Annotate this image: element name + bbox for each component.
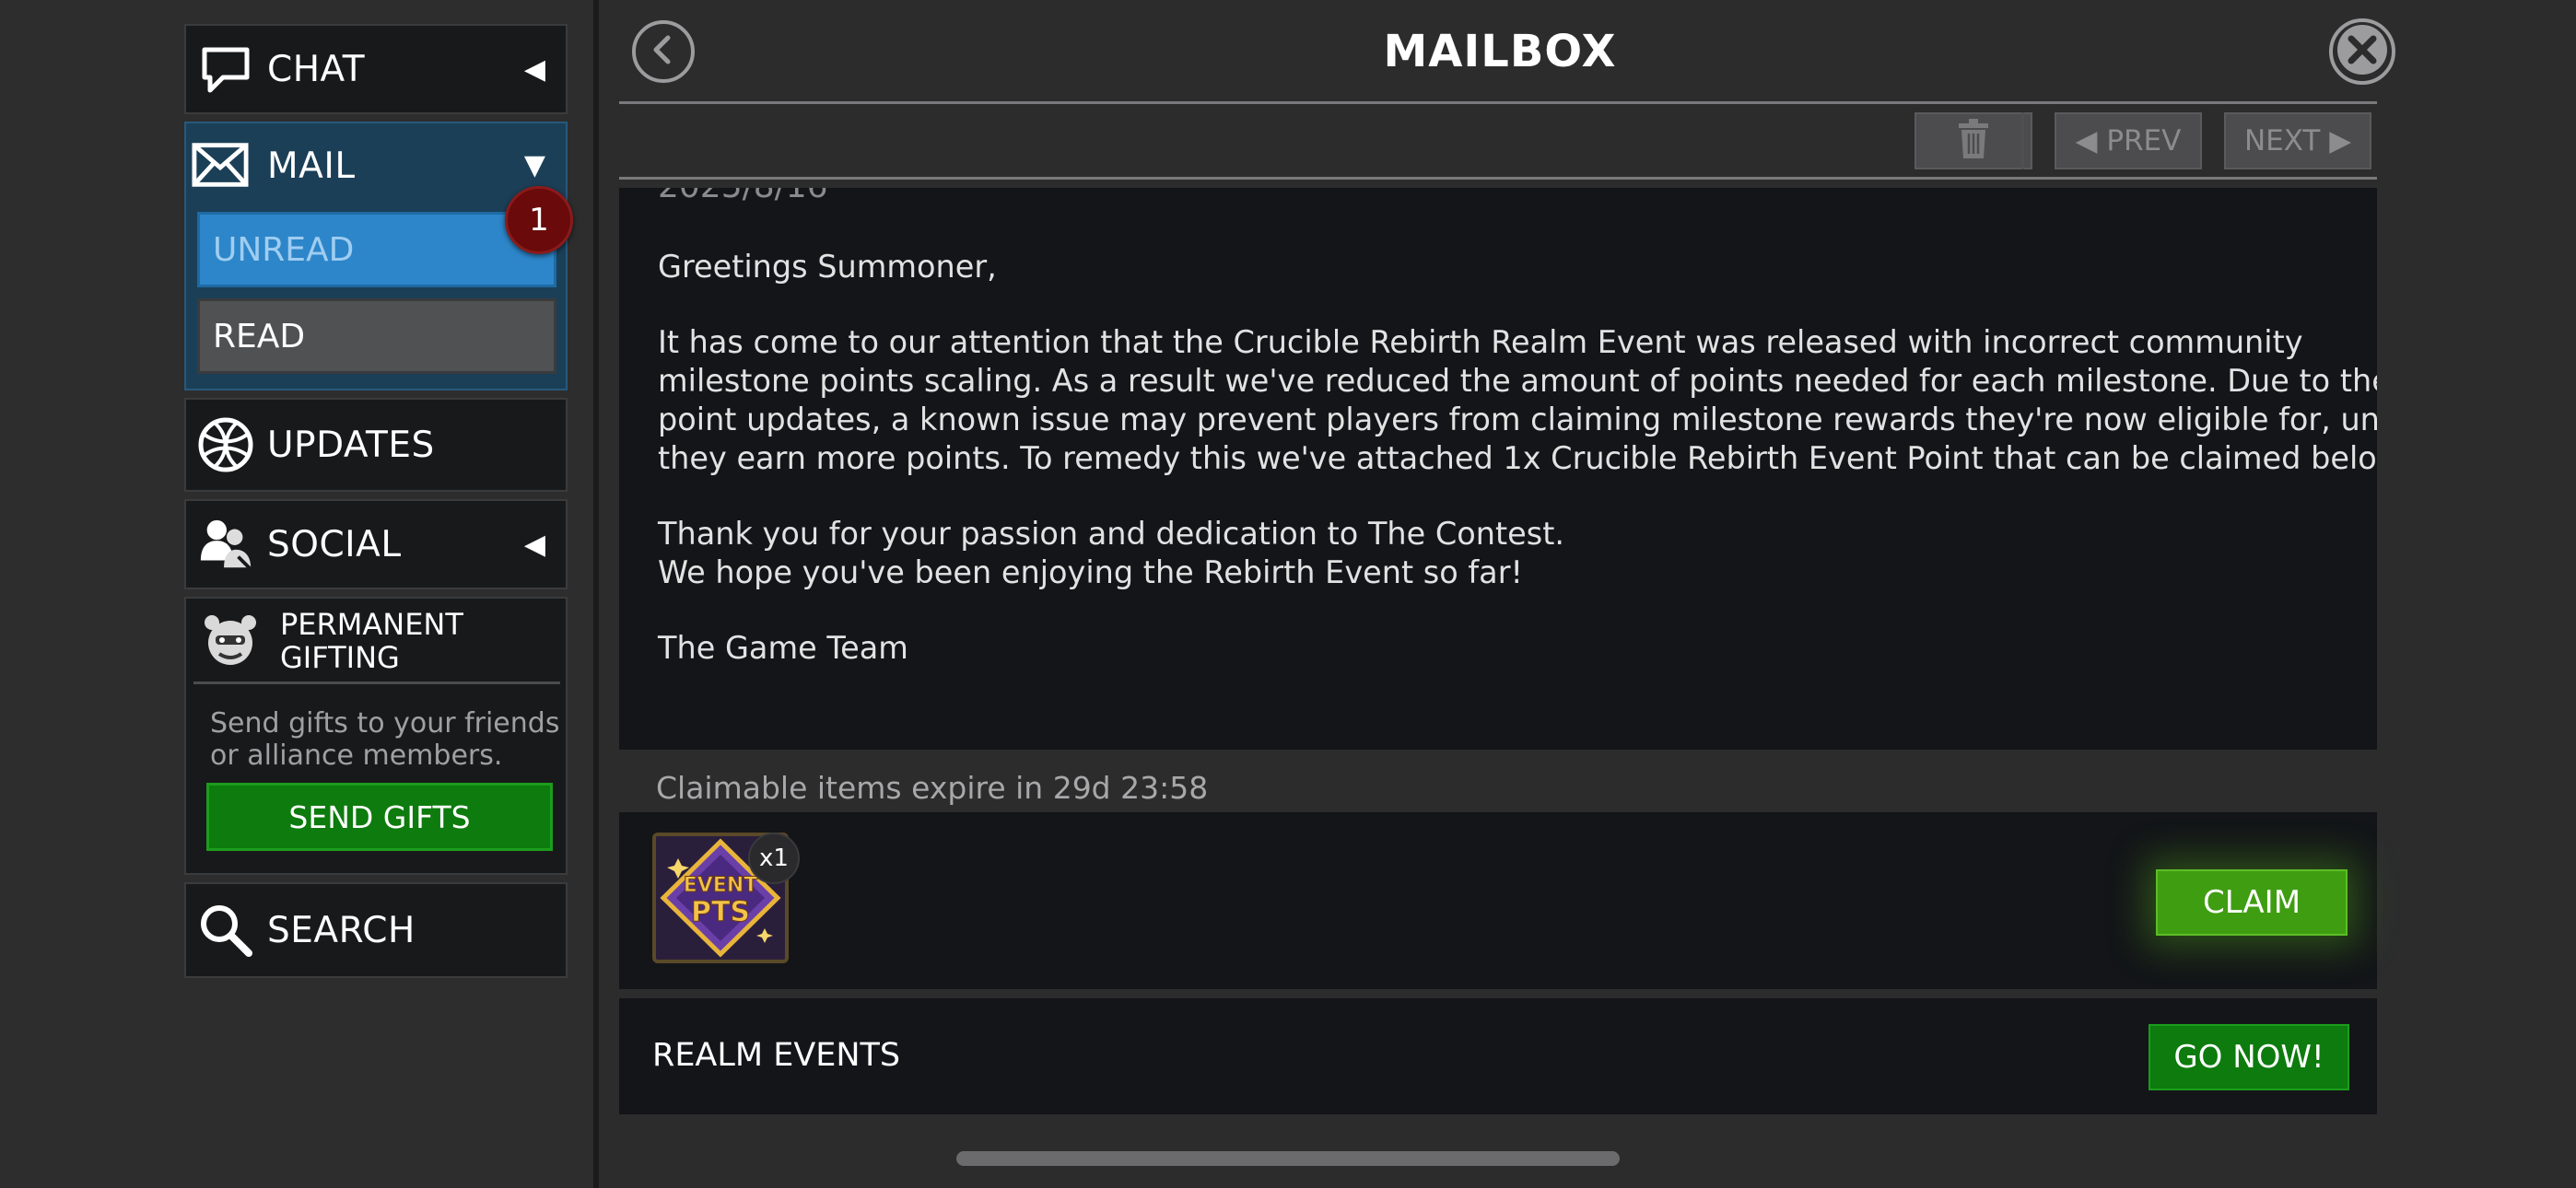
message-date: 2025/8/16 (658, 188, 828, 205)
mascot-icon (199, 610, 262, 672)
sidebar-item-label: UPDATES (267, 424, 435, 466)
page-title: MAILBOX (1383, 26, 1617, 77)
claim-row: EVENT PTS x1 CLAIM (619, 812, 2377, 989)
globe-icon (197, 416, 254, 473)
message-body[interactable]: 2025/8/16 Greetings Summoner, It has com… (619, 188, 2377, 750)
send-gifts-button[interactable]: SEND GIFTS (206, 783, 553, 851)
sidebar-item-chat[interactable]: CHAT ◀ (184, 24, 568, 114)
mail-read-tab[interactable]: READ (197, 298, 556, 374)
divider (619, 177, 2377, 180)
collapse-arrow-icon: ◀ (523, 528, 545, 561)
trash-icon (1958, 119, 1989, 163)
message-line: milestone points scaling. As a result we… (658, 363, 2377, 399)
sidebar-item-label: SEARCH (267, 909, 416, 951)
claim-button[interactable]: CLAIM (2156, 869, 2348, 936)
item-quantity-badge: x1 (748, 833, 800, 884)
gifting-description: Send gifts to your friends or alliance m… (210, 707, 560, 772)
toolbar-divider (2021, 112, 2024, 169)
sidebar-item-label: MAIL (267, 146, 356, 187)
unread-count-badge: 1 (505, 186, 573, 254)
close-icon (2335, 22, 2390, 81)
prev-button[interactable]: ◀ PREV (2055, 112, 2202, 169)
divider (619, 101, 2377, 104)
sidebar-item-label: SOCIAL (267, 523, 402, 565)
collapse-arrow-icon: ◀ (523, 52, 545, 86)
mail-header[interactable]: MAIL ▼ (186, 123, 566, 208)
next-button[interactable]: NEXT ▶ (2224, 112, 2371, 169)
go-now-button[interactable]: GO NOW! (2149, 1024, 2349, 1090)
chat-bubble-icon (197, 41, 254, 98)
message-signature: The Game Team (658, 630, 908, 666)
message-line: We hope you've been enjoying the Rebirth… (658, 554, 1523, 590)
divider (193, 681, 560, 684)
back-button[interactable] (632, 20, 695, 83)
sidebar: CHAT ◀ MAIL ▼ UNREAD READ 1 UPDATES SOCI… (0, 0, 593, 1188)
realm-events-label: REALM EVENTS (652, 1037, 901, 1074)
item-badge-bottom: PTS (691, 896, 750, 928)
envelope-icon (192, 136, 249, 193)
message-line: It has come to our attention that the Cr… (658, 324, 2303, 360)
realm-events-row: REALM EVENTS GO NOW! (619, 998, 2377, 1114)
sidebar-item-label: CHAT (267, 48, 366, 90)
permanent-gifting-panel: PERMANENT GIFTING Send gifts to your fri… (184, 597, 568, 875)
close-button[interactable] (2329, 18, 2395, 85)
delete-button[interactable] (1914, 112, 2032, 169)
sidebar-item-social[interactable]: SOCIAL ◀ (184, 499, 568, 589)
message-line: point updates, a known issue may prevent… (658, 402, 2377, 437)
search-icon (197, 902, 254, 959)
mail-unread-tab[interactable]: UNREAD (197, 212, 556, 287)
users-icon (197, 516, 254, 573)
chevron-left-icon (648, 34, 679, 69)
message-line: Thank you for your passion and dedicatio… (658, 516, 1564, 552)
message-line: they earn more points. To remedy this we… (658, 440, 2377, 476)
horizontal-scrollbar[interactable] (956, 1151, 1620, 1166)
sidebar-item-mail: MAIL ▼ UNREAD READ (184, 122, 568, 390)
sidebar-divider (593, 0, 599, 1188)
claim-expiry-text: Claimable items expire in 29d 23:58 (656, 770, 1209, 806)
sidebar-item-search[interactable]: SEARCH (184, 882, 568, 978)
sidebar-item-updates[interactable]: UPDATES (184, 398, 568, 492)
message-greeting: Greetings Summoner, (658, 249, 997, 285)
gifting-title: PERMANENT GIFTING (280, 607, 463, 675)
item-badge-top: EVENT (684, 874, 758, 897)
expand-arrow-icon: ▼ (523, 149, 545, 181)
